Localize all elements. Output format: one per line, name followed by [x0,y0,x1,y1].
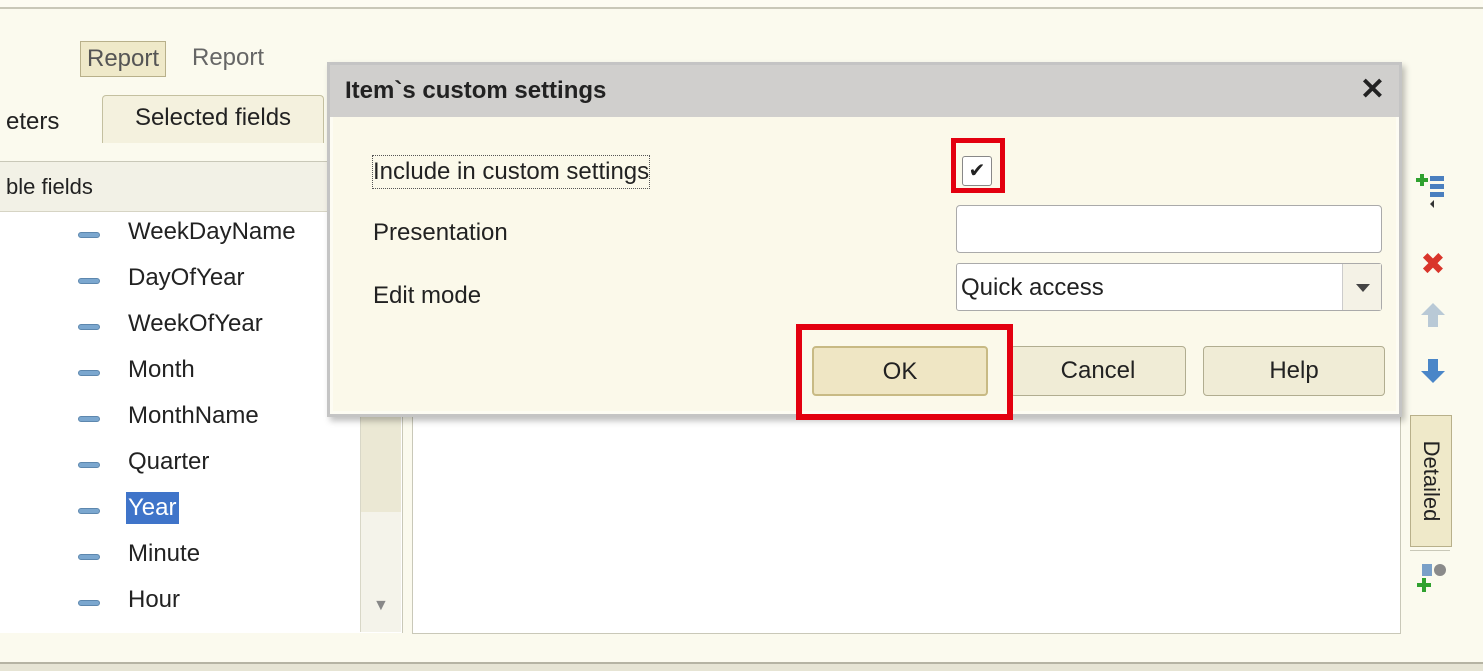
field-icon [78,600,100,606]
tab-selected-fields[interactable]: Selected fields [102,95,324,143]
ok-button-highlight-box [796,324,1013,420]
field-icon [78,508,100,514]
edit-mode-label: Edit mode [373,282,482,309]
checkbox-highlight-box [951,138,1005,193]
list-item[interactable]: Quarter [0,442,360,482]
list-item[interactable]: MonthName [0,396,360,436]
field-icon [78,278,100,284]
add-settings-icon[interactable] [1416,560,1450,594]
list-item[interactable]: Hour [0,580,360,620]
dialog-title-bar[interactable]: Item`s custom settings ✕ [330,65,1399,117]
presentation-input[interactable] [956,205,1382,253]
chevron-down-icon[interactable] [1342,264,1381,310]
field-list-scrollbar[interactable]: ▼ [360,412,401,632]
field-label: Hour [128,586,181,613]
report-button[interactable]: Report [80,41,167,77]
tab-parameters[interactable]: eters [0,100,90,147]
edit-mode-select[interactable]: Quick access [956,263,1382,311]
list-item[interactable]: Minute [0,534,360,574]
edit-mode-value: Quick access [961,274,1104,301]
dialog-body: Include in custom settings ✔ Presentatio… [333,117,1396,420]
arrow-up-icon[interactable] [1416,300,1450,334]
field-icon [78,462,100,468]
field-label: Minute [128,540,201,567]
bottom-divider [0,662,1483,671]
list-item[interactable]: Year [0,488,360,528]
toolbar-divider [1410,550,1450,551]
help-button[interactable]: Help [1203,346,1385,396]
field-label: Quarter [128,448,210,475]
presentation-label: Presentation [373,219,508,246]
detailed-toggle-button[interactable]: Detailed [1410,415,1452,547]
include-in-custom-settings-label[interactable]: Include in custom settings [371,155,651,189]
field-label: DayOfYear [128,264,245,291]
custom-settings-dialog: Item`s custom settings ✕ Include in cust… [327,62,1402,420]
field-icon [78,416,100,422]
delete-icon[interactable]: ✖ [1416,248,1450,282]
side-toolbar: ✖ Detailed [1408,160,1458,630]
cancel-button[interactable]: Cancel [1010,346,1186,396]
arrow-down-icon[interactable] [1416,356,1450,390]
add-field-icon[interactable] [1416,170,1450,208]
field-icon [78,232,100,238]
detailed-label: Detailed [1419,440,1444,522]
scroll-down-arrow-icon[interactable]: ▼ [373,597,389,615]
scrollbar-thumb[interactable] [361,412,401,512]
field-icon [78,370,100,376]
field-label: Month [128,356,195,383]
report-label: Report [192,44,265,71]
field-label: Year [126,492,179,524]
field-label: WeekDayName [128,218,296,245]
dialog-title: Item`s custom settings [345,77,607,104]
field-icon [78,324,100,330]
field-label: MonthName [128,402,259,429]
selected-fields-area[interactable] [412,410,1401,634]
field-icon [78,554,100,560]
list-item[interactable]: WeekDayName [0,212,360,252]
list-item[interactable]: WeekOfYear [0,304,360,344]
list-item[interactable]: DayOfYear [0,258,360,298]
field-label: WeekOfYear [128,310,263,337]
list-item[interactable]: Month [0,350,360,390]
top-divider [0,0,1483,9]
close-icon[interactable]: ✕ [1360,73,1385,107]
